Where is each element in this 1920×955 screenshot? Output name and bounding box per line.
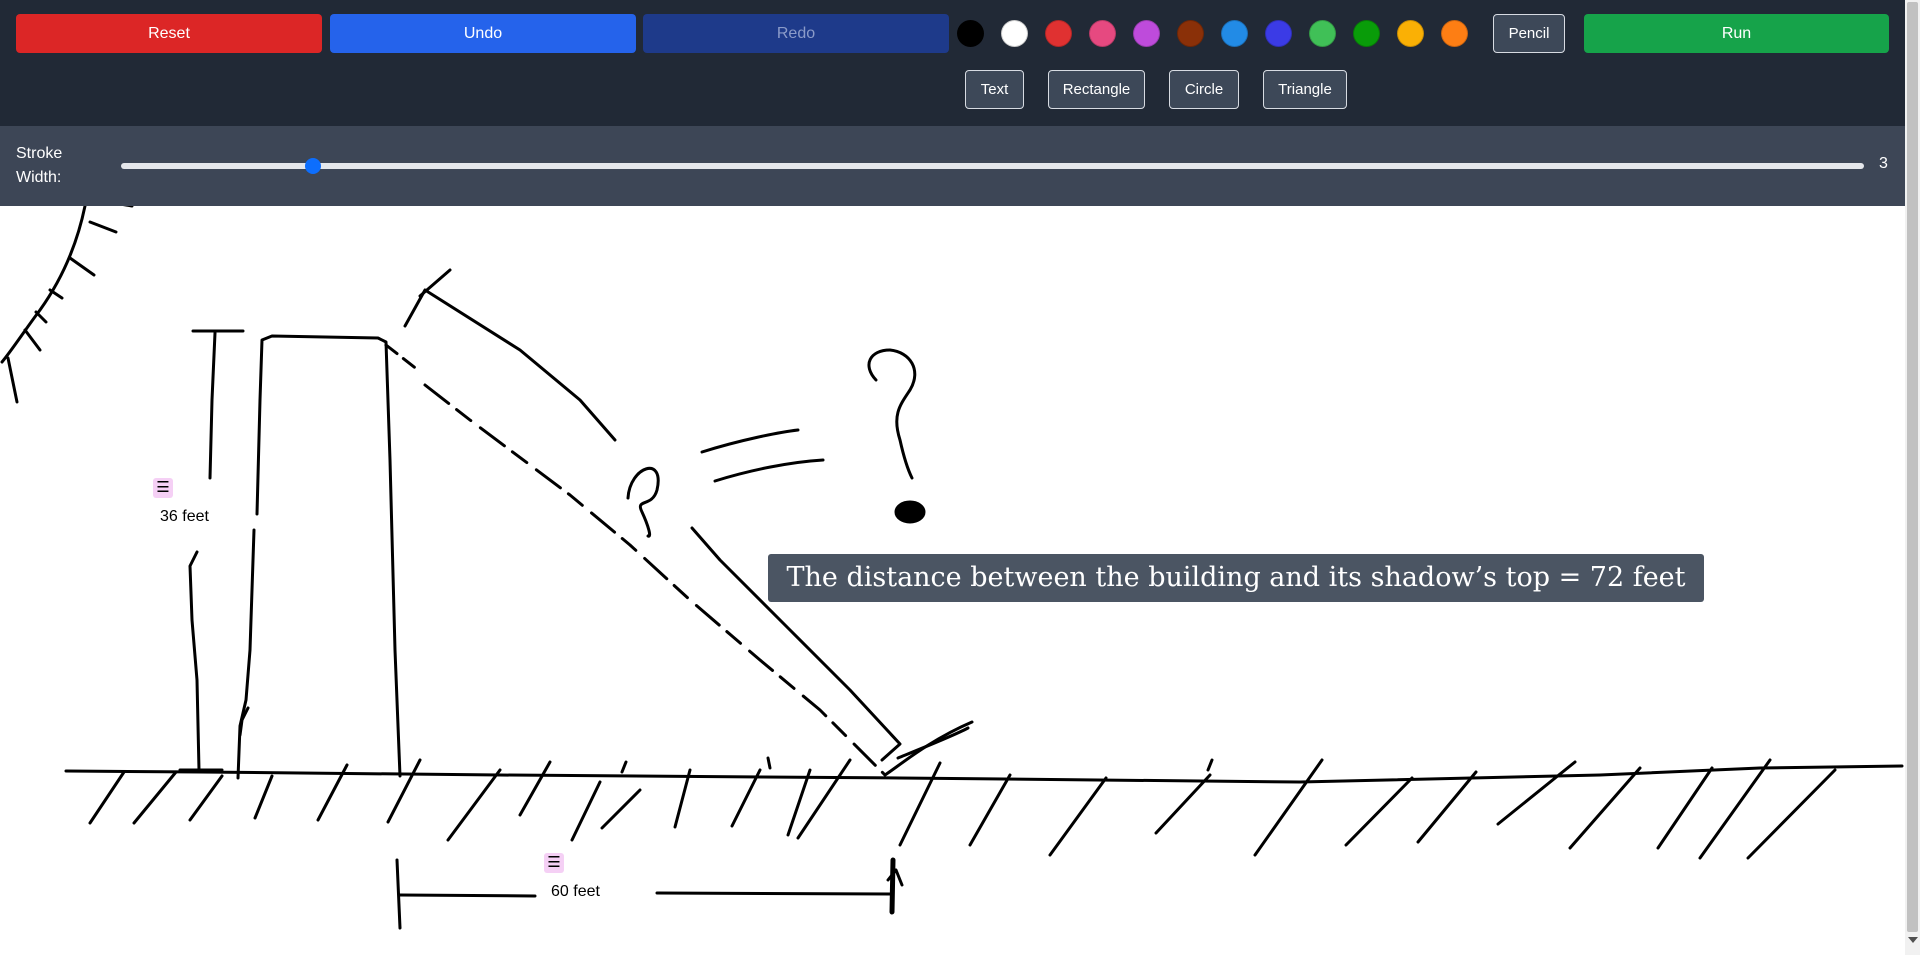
- sun-ray: [34, 310, 48, 324]
- color-swatch-orange[interactable]: [1441, 20, 1468, 47]
- color-swatch-red[interactable]: [1045, 20, 1072, 47]
- color-swatch-yellow[interactable]: [1397, 20, 1424, 47]
- color-swatch-blue[interactable]: [1221, 20, 1248, 47]
- color-swatch-indigo[interactable]: [1265, 20, 1292, 47]
- sun-arc: [0, 206, 87, 364]
- sun-ray-band: [384, 343, 420, 372]
- height-marker-line: [208, 331, 217, 480]
- color-swatch-purple[interactable]: [1133, 20, 1160, 47]
- scrollbar-thumb[interactable]: [1907, 2, 1918, 932]
- circle-tool-button[interactable]: Circle: [1169, 70, 1239, 109]
- shadow-marker-right: [889, 857, 896, 915]
- sun-ray: [6, 356, 19, 404]
- arrow-tip: [896, 726, 970, 760]
- building-outline: [255, 334, 402, 778]
- height-label: 36 feet: [160, 508, 209, 525]
- stroke-width-slider-thumb[interactable]: [304, 158, 321, 174]
- color-swatch-pink[interactable]: [1089, 20, 1116, 47]
- equation-text-box[interactable]: The distance between the building and it…: [768, 554, 1704, 602]
- arrow-tip: [883, 720, 974, 777]
- stroke-width-slider[interactable]: [121, 163, 1864, 169]
- sun-ray-band: [403, 288, 617, 442]
- color-swatch-brown[interactable]: [1177, 20, 1204, 47]
- building-left-lower: [236, 528, 256, 780]
- reset-button[interactable]: Reset: [16, 14, 322, 53]
- run-button[interactable]: Run: [1584, 14, 1889, 53]
- sun-ray: [23, 328, 42, 352]
- scroll-down-arrow-icon[interactable]: [1908, 937, 1918, 943]
- rectangle-tool-button[interactable]: Rectangle: [1048, 70, 1145, 109]
- pencil-tool-button[interactable]: Pencil: [1493, 14, 1565, 53]
- redo-button[interactable]: Redo: [643, 14, 949, 53]
- text-tool-button[interactable]: Text: [965, 70, 1024, 109]
- stroke-width-value: 3: [1879, 155, 1888, 172]
- sun-ray: [68, 256, 96, 277]
- sun-ray: [88, 220, 118, 234]
- undo-button[interactable]: Undo: [330, 14, 636, 53]
- shadow-length-label: 60 feet: [551, 883, 600, 900]
- question-mark-dot: [894, 500, 926, 524]
- color-swatch-light-green[interactable]: [1309, 20, 1336, 47]
- height-marker-line: [188, 550, 201, 772]
- note-icon[interactable]: ☰: [544, 853, 564, 873]
- triangle-tool-button[interactable]: Triangle: [1263, 70, 1347, 109]
- motion-line: [713, 458, 825, 483]
- shadow-marker-line: [398, 893, 537, 898]
- stroke-width-label: Stroke Width:: [16, 145, 63, 186]
- question-mark: [867, 348, 917, 480]
- color-swatch-green[interactable]: [1353, 20, 1380, 47]
- color-swatch-white[interactable]: [1001, 20, 1028, 47]
- ground-hatch: [968, 758, 1837, 860]
- motion-line: [700, 428, 800, 454]
- question-mark: [626, 466, 660, 538]
- color-swatch-black[interactable]: [957, 20, 984, 47]
- shadow-marker-line: [655, 891, 892, 896]
- note-icon[interactable]: ☰: [153, 478, 173, 498]
- ground-hatch: [620, 756, 1214, 774]
